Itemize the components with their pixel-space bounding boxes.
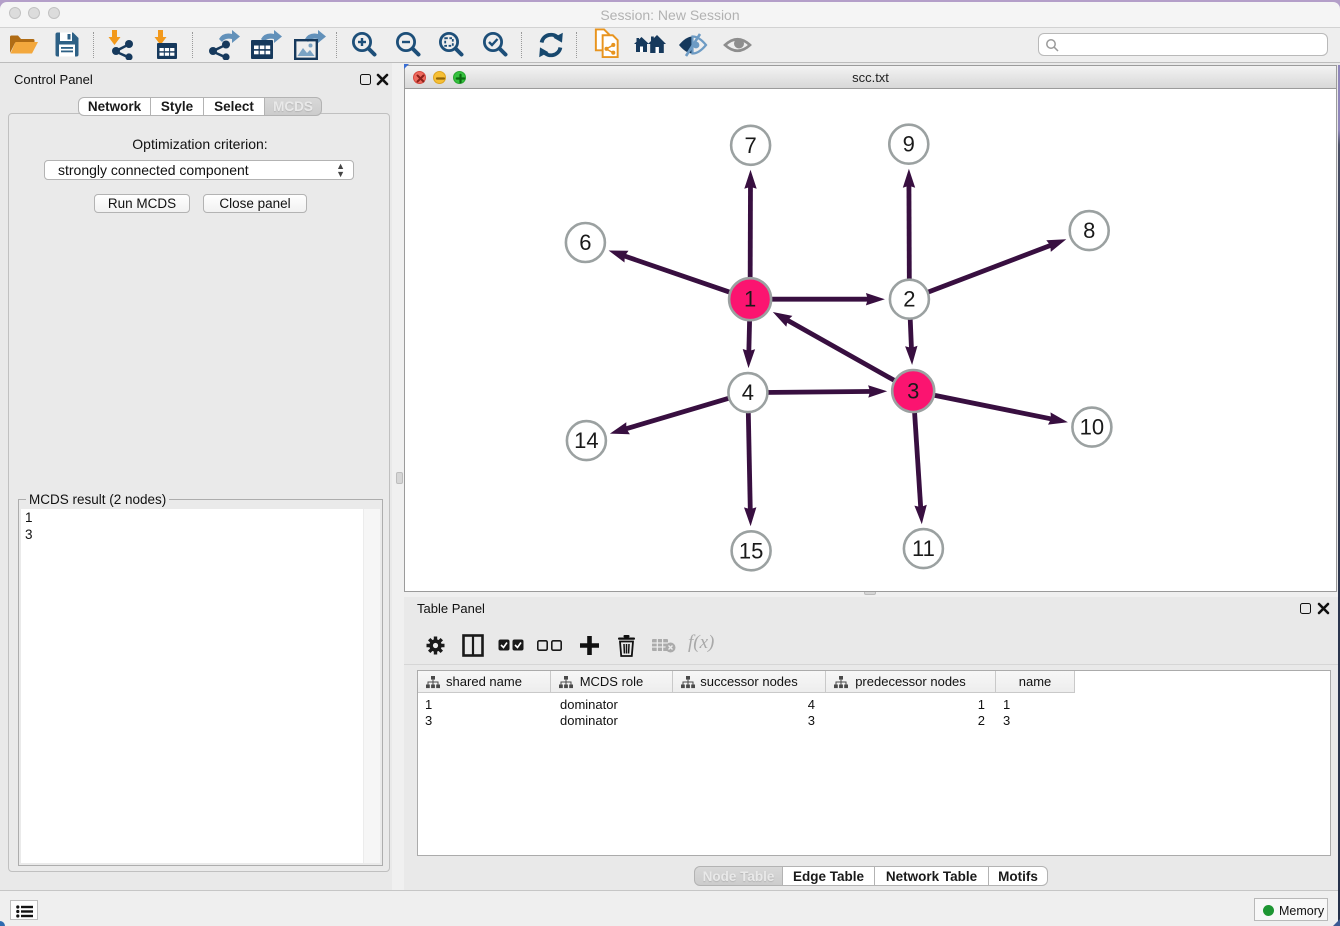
- svg-text:11: 11: [912, 536, 935, 561]
- svg-text:2: 2: [903, 287, 915, 312]
- svg-text:14: 14: [574, 428, 598, 453]
- svg-text:3: 3: [907, 379, 919, 404]
- svg-text:9: 9: [903, 132, 915, 157]
- svg-text:4: 4: [742, 380, 754, 405]
- svg-text:15: 15: [739, 538, 763, 563]
- svg-text:1: 1: [744, 287, 756, 312]
- svg-text:6: 6: [579, 230, 591, 255]
- svg-text:7: 7: [744, 133, 756, 158]
- svg-text:8: 8: [1083, 218, 1095, 243]
- svg-text:10: 10: [1080, 415, 1104, 440]
